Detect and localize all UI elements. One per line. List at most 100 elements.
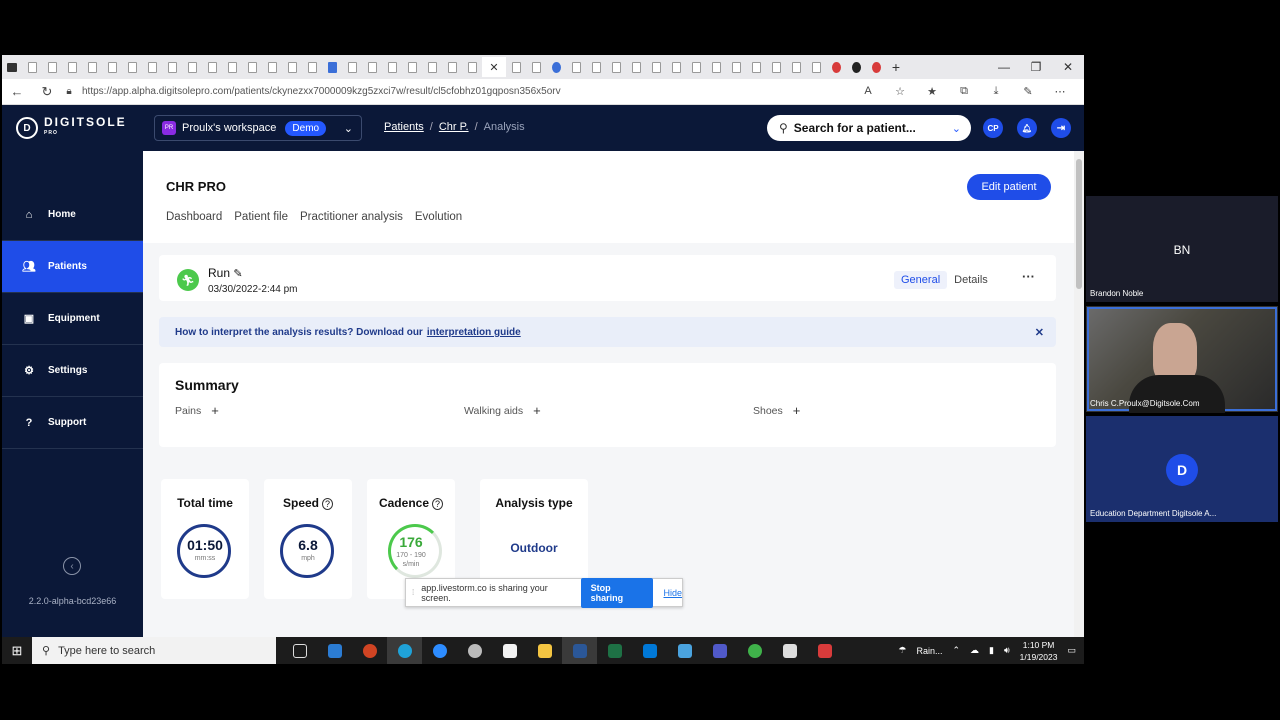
digitsole-logo[interactable]: D DIGITSOLE PRO	[16, 116, 127, 139]
browser-tab[interactable]	[322, 57, 342, 77]
chevron-down-icon[interactable]: ⌄	[952, 122, 961, 135]
back-icon[interactable]: ←	[2, 84, 32, 99]
powerpoint-icon[interactable]	[352, 637, 387, 664]
volume-icon[interactable]: 🔊︎	[1004, 645, 1010, 656]
file-explorer-icon[interactable]	[527, 637, 562, 664]
minimize-icon[interactable]: —	[988, 60, 1020, 74]
browser-tab[interactable]	[626, 57, 646, 77]
browser-tab[interactable]	[62, 57, 82, 77]
snipping-icon[interactable]	[772, 637, 807, 664]
sidebar-item-home[interactable]: ⌂ Home	[2, 189, 143, 241]
browser-tab[interactable]	[382, 57, 402, 77]
collections-icon[interactable]: ⧉	[948, 85, 980, 98]
close-tab-icon[interactable]: ✕	[489, 61, 498, 74]
help-icon[interactable]: ?	[322, 498, 334, 510]
browser-tab[interactable]	[82, 57, 102, 77]
weather-text[interactable]: Rain...	[916, 646, 942, 656]
participant-tile[interactable]: BN Brandon Noble	[1086, 196, 1278, 302]
patient-search-input[interactable]: ⚲ Search for a patient... ⌄	[767, 115, 971, 141]
notifications-icon[interactable]: 🔔︎	[1017, 118, 1037, 138]
browser-tab[interactable]	[566, 57, 586, 77]
word-icon[interactable]	[562, 637, 597, 664]
participant-tile[interactable]: D Education Department Digitsole A...	[1086, 416, 1278, 522]
browser-tab[interactable]	[22, 57, 42, 77]
excel-icon[interactable]	[597, 637, 632, 664]
downloads-icon[interactable]: ⤓	[980, 85, 1012, 98]
participant-tile-active[interactable]: Chris C.Proulx@Digitsole.Com	[1086, 306, 1278, 413]
browser-tab[interactable]	[222, 57, 242, 77]
windows-start-icon[interactable]: ⊞	[2, 643, 32, 659]
browser-tab[interactable]	[646, 57, 666, 77]
zoom-icon[interactable]	[422, 637, 457, 664]
breadcrumb-patients[interactable]: Patients	[384, 121, 424, 133]
browser-tab[interactable]	[122, 57, 142, 77]
view-details-button[interactable]: Details	[947, 271, 995, 289]
add-shoes-icon[interactable]: +	[793, 404, 801, 417]
read-aloud-icon[interactable]: A	[852, 85, 884, 98]
browser-tab[interactable]	[242, 57, 262, 77]
sidebar-item-patients[interactable]: 👥︎ Patients	[2, 241, 143, 293]
task-view-icon[interactable]	[282, 637, 317, 664]
browser-tab[interactable]	[726, 57, 746, 77]
maximize-icon[interactable]: ❐	[1020, 60, 1052, 74]
browser-tab[interactable]	[262, 57, 282, 77]
hide-link[interactable]: Hide	[663, 588, 682, 598]
chevron-up-icon[interactable]: ⌃	[952, 645, 960, 656]
browser-tab[interactable]	[846, 57, 866, 77]
notification-center-icon[interactable]: ▭	[1067, 645, 1076, 656]
store-icon[interactable]	[492, 637, 527, 664]
new-tab-icon[interactable]: +	[886, 57, 906, 77]
app-icon[interactable]	[737, 637, 772, 664]
collapse-sidebar-icon[interactable]: ‹	[63, 557, 81, 575]
photos-icon[interactable]	[667, 637, 702, 664]
taskbar-clock[interactable]: 1:10 PM 1/19/2023	[1020, 639, 1058, 663]
browser-tab[interactable]	[182, 57, 202, 77]
tab-evolution[interactable]: Evolution	[415, 211, 462, 223]
tab-practitioner-analysis[interactable]: Practitioner analysis	[300, 211, 403, 223]
browser-tab[interactable]	[526, 57, 546, 77]
help-icon[interactable]: ?	[432, 498, 444, 510]
scrollbar-thumb[interactable]	[1076, 159, 1082, 289]
weather-icon[interactable]: ☂	[898, 645, 906, 656]
browser-tab[interactable]	[162, 57, 182, 77]
tab-patient-file[interactable]: Patient file	[234, 211, 288, 223]
browser-tab[interactable]	[402, 57, 422, 77]
browser-tab[interactable]	[666, 57, 686, 77]
teams-icon[interactable]	[702, 637, 737, 664]
browser-tab[interactable]	[746, 57, 766, 77]
sidebar-item-support[interactable]: ? Support	[2, 397, 143, 449]
tab-actions-icon[interactable]	[2, 57, 22, 77]
close-window-icon[interactable]: ✕	[1052, 60, 1084, 74]
browser-tab[interactable]	[766, 57, 786, 77]
browser-tab[interactable]	[866, 57, 886, 77]
favorite-icon[interactable]: ☆	[884, 85, 916, 98]
browser-tab[interactable]	[142, 57, 162, 77]
tab-dashboard[interactable]: Dashboard	[166, 211, 222, 223]
breadcrumb-patient[interactable]: Chr P.	[439, 121, 469, 133]
url-field[interactable]: https://app.alpha.digitsolepro.com/patie…	[82, 86, 852, 97]
browser-tab[interactable]	[202, 57, 222, 77]
browser-tab[interactable]	[586, 57, 606, 77]
usb-icon[interactable]: ▮	[989, 645, 994, 656]
browser-tab[interactable]	[686, 57, 706, 77]
view-general-button[interactable]: General	[894, 271, 948, 289]
sidebar-item-settings[interactable]: ⚙ Settings	[2, 345, 143, 397]
browser-tab[interactable]	[302, 57, 322, 77]
workspace-selector[interactable]: PR Proulx's workspace Demo ⌄	[154, 115, 362, 141]
browser-tab-active[interactable]: ✕	[482, 57, 506, 77]
browser-tab[interactable]	[806, 57, 826, 77]
browser-tab[interactable]	[102, 57, 122, 77]
user-avatar[interactable]: CP	[983, 118, 1003, 138]
extensions-icon[interactable]: ✎	[1012, 85, 1044, 98]
browser-tab[interactable]	[786, 57, 806, 77]
app-icon[interactable]	[457, 637, 492, 664]
browser-tab[interactable]	[546, 57, 566, 77]
browser-tab[interactable]	[442, 57, 462, 77]
more-options-icon[interactable]: ···	[1022, 269, 1035, 284]
browser-tab[interactable]	[606, 57, 626, 77]
edit-pencil-icon[interactable]: ✎	[233, 268, 242, 280]
page-scrollbar[interactable]	[1074, 151, 1084, 637]
edge-icon[interactable]	[387, 637, 422, 664]
browser-tab[interactable]	[422, 57, 442, 77]
menu-icon[interactable]: ⋯	[1044, 85, 1076, 98]
